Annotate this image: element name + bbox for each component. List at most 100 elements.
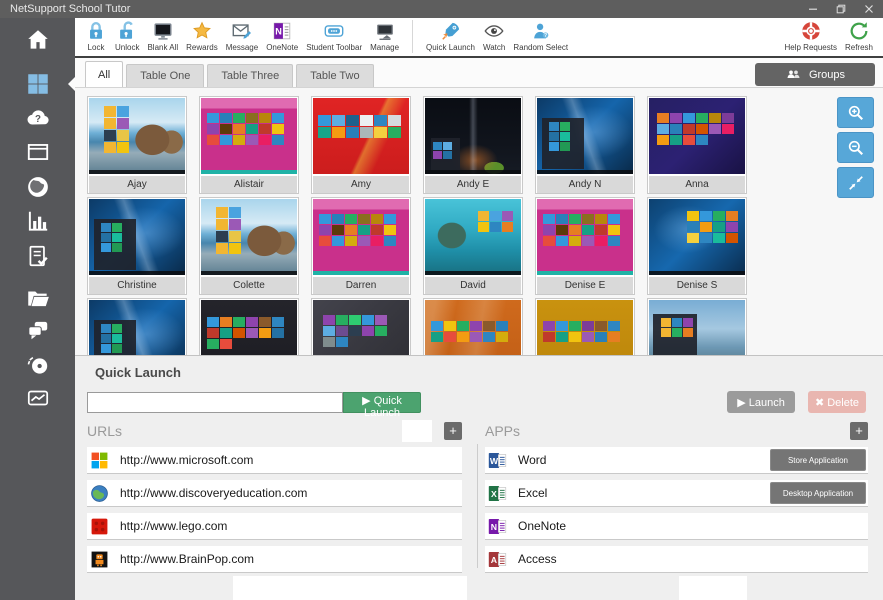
close-button[interactable]	[855, 0, 883, 18]
student-screen-thumbnail	[649, 199, 745, 275]
help-requests-icon	[800, 20, 822, 42]
tile	[104, 130, 116, 141]
url-row[interactable]: http://www.lego.com	[87, 513, 462, 540]
tile	[101, 324, 111, 333]
tile	[595, 236, 607, 246]
tab-table-one[interactable]: Table One	[126, 64, 204, 87]
url-row[interactable]: http://www.microsoft.com	[87, 447, 462, 474]
sidebar-item-audio[interactable]	[20, 351, 56, 381]
student-card-darren[interactable]: Darren	[311, 197, 411, 295]
zoom-in-button[interactable]	[837, 97, 874, 128]
sidebar-item-chat[interactable]	[20, 315, 56, 345]
groups-button[interactable]: Groups	[755, 63, 875, 86]
random-select-icon: ?	[530, 20, 552, 42]
student-card-colette[interactable]: Colette	[199, 197, 299, 295]
quick-launch-header: Quick Launch	[87, 365, 181, 380]
student-card-alistair[interactable]: Alistair	[199, 96, 299, 194]
student-card-anna[interactable]: Anna	[647, 96, 747, 194]
toolbar-refresh-button[interactable]: Refresh	[841, 19, 877, 52]
app-row[interactable]: AAccess	[485, 546, 868, 573]
toolbar-blank-all-button[interactable]: Blank All	[143, 19, 182, 52]
toolbar-manage-button[interactable]: Manage	[366, 19, 403, 52]
app-row[interactable]: NOneNote	[485, 513, 868, 540]
tile	[657, 113, 669, 123]
delete-button[interactable]: ✖ Delete	[808, 391, 866, 413]
tile	[101, 334, 111, 343]
student-card-amy[interactable]: Amy	[311, 96, 411, 194]
quick-launch-input[interactable]	[87, 392, 343, 413]
toolbar-quick-launch-button[interactable]: Quick Launch	[422, 19, 479, 52]
toolbar-watch-button[interactable]: Watch	[479, 19, 509, 52]
tab-table-two[interactable]: Table Two	[296, 64, 373, 87]
student-card-andy-e[interactable]: Andy E	[423, 96, 523, 194]
desktop-application-button[interactable]: Desktop Application	[770, 482, 866, 504]
sidebar-item-assessments[interactable]	[20, 241, 56, 271]
app-row[interactable]: XExcelDesktop Application	[485, 480, 868, 507]
toolbar-label: Message	[226, 43, 258, 52]
tile	[543, 236, 555, 246]
store-application-button[interactable]: Store Application	[770, 449, 866, 471]
student-card[interactable]	[311, 298, 411, 355]
tab-table-three[interactable]: Table Three	[207, 64, 293, 87]
toolbar-label: Refresh	[845, 43, 873, 52]
fit-size-button[interactable]	[837, 167, 874, 198]
urls-blank-chip[interactable]	[402, 420, 432, 442]
svg-text:W: W	[490, 456, 499, 466]
tab-all[interactable]: All	[85, 61, 123, 87]
sidebar-item-window[interactable]	[20, 137, 56, 167]
student-card[interactable]	[199, 298, 299, 355]
tile	[104, 118, 116, 129]
toolbar-rewards-button[interactable]: Rewards	[182, 19, 222, 52]
toolbar-unlock-button[interactable]: Unlock	[111, 19, 143, 52]
toolbar-onenote-button[interactable]: NOneNote	[262, 19, 302, 52]
student-card-david[interactable]: David	[423, 197, 523, 295]
tile	[556, 214, 568, 224]
tile	[216, 231, 228, 242]
student-card-ajay[interactable]: Ajay	[87, 96, 187, 194]
toolbar-lock-button[interactable]: Lock	[81, 19, 111, 52]
tile	[683, 135, 695, 145]
tile	[233, 135, 245, 145]
groups-icon	[785, 66, 802, 83]
add-app-button[interactable]: +	[850, 422, 868, 440]
tile	[483, 321, 495, 331]
tile	[349, 326, 361, 336]
student-screen-thumbnail	[425, 300, 521, 355]
toolbar-help-requests-button[interactable]: Help Requests	[781, 19, 841, 52]
svg-text:X: X	[491, 489, 497, 499]
tile	[104, 106, 116, 117]
tile	[259, 124, 271, 134]
lock-icon	[85, 20, 107, 42]
launch-button[interactable]: ▶ Launch	[727, 391, 795, 413]
student-card-andy-n[interactable]: Andy N	[535, 96, 635, 194]
url-row[interactable]: http://www.BrainPop.com	[87, 546, 462, 573]
toolbar-message-button[interactable]: Message	[222, 19, 262, 52]
student-card[interactable]	[647, 298, 747, 355]
add-url-button[interactable]: +	[444, 422, 462, 440]
sidebar-item-charts[interactable]	[20, 206, 56, 236]
app-row[interactable]: WWordStore Application	[485, 447, 868, 474]
tile	[112, 233, 122, 242]
sidebar-item-question[interactable]: ?	[20, 103, 56, 133]
student-card[interactable]	[423, 298, 523, 355]
restore-button[interactable]	[827, 0, 855, 18]
zoom-out-button[interactable]	[837, 132, 874, 163]
tile	[683, 318, 693, 327]
sidebar-item-students[interactable]	[20, 69, 56, 99]
student-card[interactable]	[535, 298, 635, 355]
student-card-christine[interactable]: Christine	[87, 197, 187, 295]
tile	[582, 332, 594, 342]
student-card-denise-s[interactable]: Denise S	[647, 197, 747, 295]
minimize-button[interactable]	[799, 0, 827, 18]
sidebar-item-files[interactable]	[20, 283, 56, 313]
sidebar-item-activity[interactable]	[20, 383, 56, 413]
student-card[interactable]	[87, 298, 187, 355]
url-row[interactable]: http://www.discoveryeducation.com	[87, 480, 462, 507]
sidebar-item-home[interactable]	[20, 25, 56, 55]
toolbar-random-select-button[interactable]: ?Random Select	[509, 19, 572, 52]
student-card-denise-e[interactable]: Denise E	[535, 197, 635, 295]
sidebar-item-web[interactable]	[20, 172, 56, 202]
toolbar-student-toolbar-button[interactable]: Student Toolbar	[302, 19, 366, 52]
quick-launch-go-button[interactable]: ▶ Quick Launch	[343, 392, 421, 413]
tile	[220, 135, 232, 145]
